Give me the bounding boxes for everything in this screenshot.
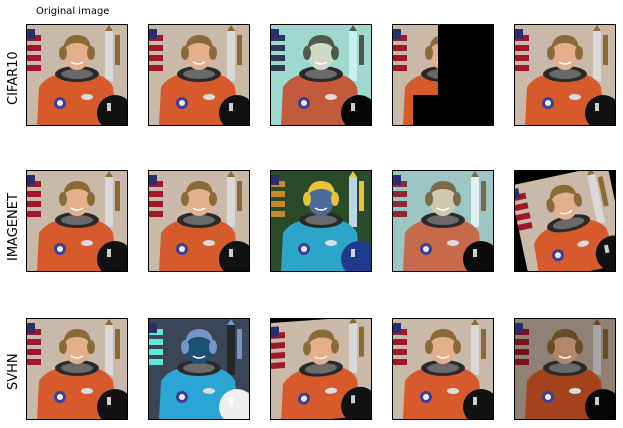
augmented-image-imagenet-2 bbox=[148, 170, 250, 272]
augmented-image-imagenet-1 bbox=[26, 170, 128, 272]
original-image-caption: Original image bbox=[36, 6, 110, 17]
augmented-image-cifar10-4 bbox=[392, 24, 494, 126]
row-label-imagenet: IMAGENET bbox=[6, 193, 21, 261]
augmented-image-cifar10-2 bbox=[148, 24, 250, 126]
augmented-image-svhn-5 bbox=[514, 318, 616, 420]
row-label-cifar10: CIFAR10 bbox=[6, 51, 21, 105]
augmented-image-svhn-2 bbox=[148, 318, 250, 420]
augmentation-figure: Original image CIFAR10 IMAGENET SVHN bbox=[0, 0, 623, 428]
augmented-image-cifar10-3 bbox=[270, 24, 372, 126]
augmented-image-cifar10-5 bbox=[514, 24, 616, 126]
row-label-svhn: SVHN bbox=[6, 353, 21, 390]
augmented-image-imagenet-4 bbox=[392, 170, 494, 272]
augmented-image-svhn-4 bbox=[392, 318, 494, 420]
augmented-image-svhn-3 bbox=[270, 318, 372, 420]
augmented-image-imagenet-5 bbox=[514, 170, 616, 272]
augmented-image-cifar10-1 bbox=[26, 24, 128, 126]
augmented-image-imagenet-3 bbox=[270, 170, 372, 272]
augmented-image-svhn-1 bbox=[26, 318, 128, 420]
